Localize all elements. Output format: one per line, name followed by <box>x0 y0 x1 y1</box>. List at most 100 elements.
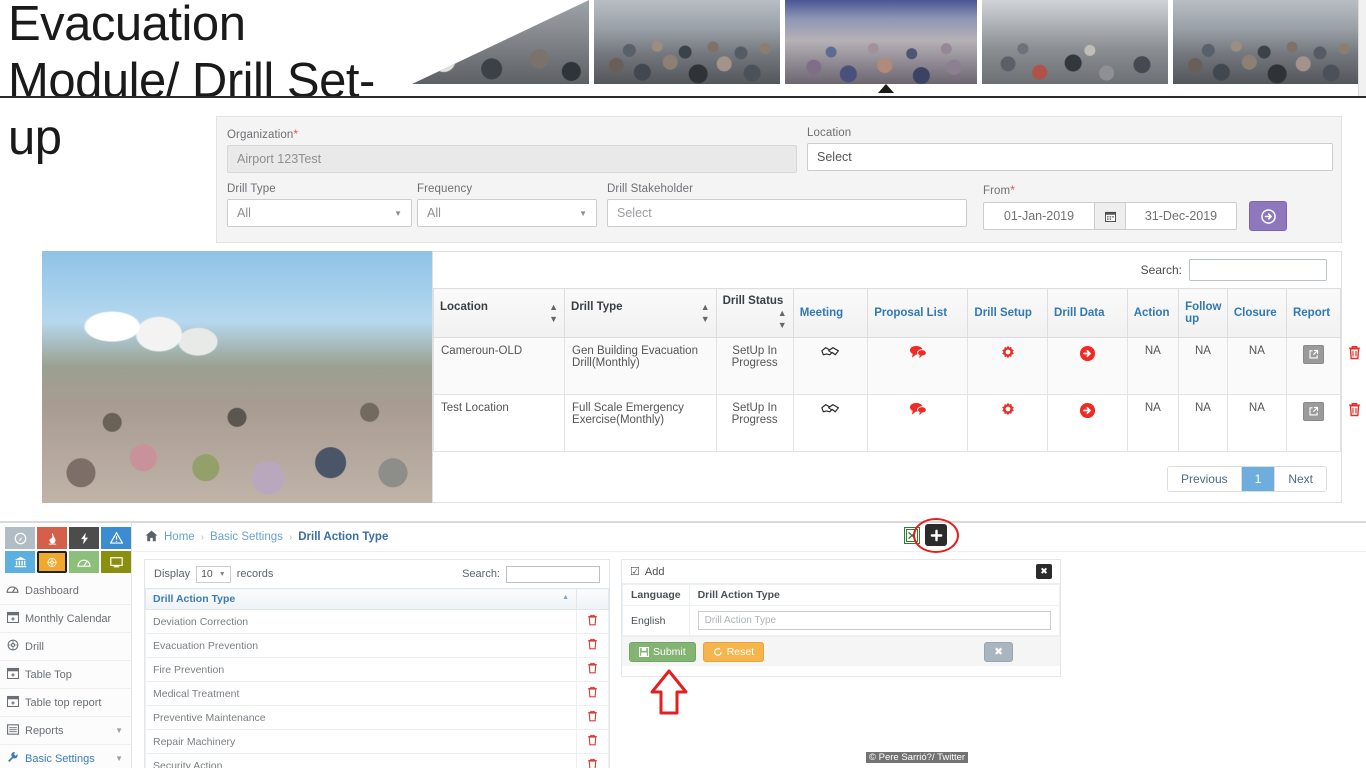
gear-icon[interactable] <box>1000 345 1016 365</box>
frequency-select[interactable]: All ▼ <box>417 199 597 227</box>
col-proposal-list[interactable]: Proposal List <box>867 288 969 338</box>
col-drill-setup[interactable]: Drill Setup <box>967 288 1049 338</box>
pagination-previous[interactable]: Previous <box>1167 467 1242 491</box>
arrow-circle-right-icon[interactable] <box>1079 345 1096 366</box>
list-item[interactable]: Fire Prevention <box>145 657 609 682</box>
cell-meeting[interactable] <box>792 394 869 452</box>
pagination-next[interactable]: Next <box>1275 467 1326 491</box>
sidebar-item-dashboard[interactable]: Dashboard <box>0 577 131 605</box>
list-item[interactable]: Preventive Maintenance <box>145 705 609 730</box>
col-action[interactable]: Action <box>1126 288 1180 338</box>
drill-type-select[interactable]: All ▼ <box>227 199 412 227</box>
cell-meeting[interactable] <box>792 337 869 395</box>
col-drill-data[interactable]: Drill Data <box>1047 288 1128 338</box>
list-item[interactable]: Medical Treatment <box>145 681 609 706</box>
organization-input[interactable]: Airport 123Test <box>227 145 797 173</box>
delete-row-button[interactable] <box>576 753 609 768</box>
col-report[interactable]: Report <box>1285 288 1342 338</box>
breadcrumb-home[interactable]: Home <box>164 531 195 543</box>
list-item[interactable]: Evacuation Prevention <box>145 633 609 658</box>
tile-bank-icon[interactable] <box>5 551 35 573</box>
delete-row-button[interactable] <box>576 729 609 754</box>
col-drill-type[interactable]: Drill Type ▲ ▼ <box>564 288 717 338</box>
location-select[interactable]: Select <box>807 143 1333 171</box>
list-search-group: Search: <box>462 565 600 583</box>
list-item[interactable]: Repair Machinery <box>145 729 609 754</box>
cell-report[interactable] <box>1285 394 1342 452</box>
handshake-icon[interactable] <box>821 404 840 419</box>
arrow-circle-right-icon[interactable] <box>1079 402 1096 423</box>
to-date-input[interactable]: 31-Dec-2019 <box>1125 202 1237 230</box>
close-icon[interactable]: ✖ <box>1036 564 1052 579</box>
tile-dashboard-icon[interactable] <box>69 551 99 573</box>
list-item[interactable]: Deviation Correction <box>145 609 609 634</box>
tile-bolt-icon[interactable] <box>69 527 99 549</box>
table-row[interactable]: Cameroun-OLD Gen Building Evacuation Dri… <box>432 337 1360 395</box>
tile-monitor-icon[interactable] <box>101 551 131 573</box>
external-link-icon[interactable] <box>1302 402 1324 421</box>
sidebar-item-basic-settings[interactable]: Basic Settings ▼ <box>0 745 131 768</box>
cell-report[interactable] <box>1285 337 1342 395</box>
tile-fire-icon[interactable] <box>37 527 67 549</box>
table-row[interactable]: Test Location Full Scale Emergency Exerc… <box>432 394 1360 452</box>
sidebar-item-table-top[interactable]: Table Top <box>0 661 131 689</box>
cell-proposal-list[interactable] <box>867 394 969 452</box>
calendar-icon[interactable] <box>1095 202 1125 230</box>
search-submit-button[interactable] <box>1249 201 1287 231</box>
sidebar: Dashboard Monthly Calendar Drill Table T… <box>0 523 132 768</box>
tile-warning-icon[interactable] <box>101 527 131 549</box>
calendar-icon <box>6 611 19 626</box>
col-meeting[interactable]: Meeting <box>792 288 869 338</box>
chat-bubbles-icon[interactable] <box>909 345 927 363</box>
sidebar-item-reports[interactable]: Reports ▼ <box>0 717 131 745</box>
tile-compass-icon[interactable] <box>5 527 35 549</box>
list-item[interactable]: Security Action <box>145 753 609 768</box>
cell-proposal-list[interactable] <box>867 337 969 395</box>
drill-table-search-input[interactable] <box>1189 259 1327 281</box>
checkbox-icon[interactable]: ☑ <box>630 565 640 578</box>
cancel-button[interactable]: ✖ <box>984 641 1013 662</box>
submit-button[interactable]: Submit <box>629 641 696 662</box>
list-search-input[interactable] <box>506 565 600 583</box>
trash-icon[interactable] <box>1348 346 1361 364</box>
chevron-down-icon[interactable]: ▼ <box>115 754 123 763</box>
cell-drill-setup[interactable] <box>967 394 1049 452</box>
col-location[interactable]: Location ▲ ▼ <box>432 288 566 338</box>
col-drill-action-type[interactable]: Drill Action Type ▲ <box>145 588 577 610</box>
cell-drill-data[interactable] <box>1047 337 1128 395</box>
delete-row-button[interactable] <box>576 609 609 634</box>
home-icon[interactable] <box>145 530 158 545</box>
drill-stakeholder-input[interactable]: Select <box>607 199 967 227</box>
breadcrumb-basic-settings[interactable]: Basic Settings <box>210 531 283 543</box>
drill-action-type-input[interactable]: Drill Action Type <box>697 611 1051 630</box>
delete-row-button[interactable] <box>576 705 609 730</box>
trash-icon[interactable] <box>1348 403 1361 421</box>
handshake-icon[interactable] <box>821 347 840 362</box>
delete-row-button[interactable] <box>576 657 609 682</box>
sidebar-item-drill[interactable]: Drill <box>0 633 131 661</box>
tile-drill-icon[interactable] <box>37 551 67 573</box>
col-follow-up[interactable]: Follow up <box>1178 288 1228 338</box>
sort-ascending-icon[interactable]: ▲ <box>562 594 569 601</box>
cell-drill-data[interactable] <box>1047 394 1128 452</box>
col-drill-status[interactable]: Drill Status ▲ ▼ <box>715 288 794 338</box>
reset-button[interactable]: Reset <box>702 641 765 662</box>
chevron-down-icon[interactable]: ▼ <box>115 726 123 735</box>
sort-icon[interactable]: ▲ ▼ <box>549 301 558 325</box>
sort-icon[interactable]: ▲ ▼ <box>701 301 710 325</box>
cell-drill-setup[interactable] <box>967 337 1049 395</box>
strip-scrollbar[interactable] <box>1358 0 1366 97</box>
from-date-input[interactable]: 01-Jan-2019 <box>983 202 1095 230</box>
external-link-icon[interactable] <box>1302 345 1324 364</box>
gear-icon[interactable] <box>1000 402 1016 422</box>
chat-bubbles-icon[interactable] <box>909 402 927 420</box>
breadcrumb-separator: › <box>288 531 293 543</box>
sidebar-item-table-top-report[interactable]: Table top report <box>0 689 131 717</box>
pagination-page-1[interactable]: 1 <box>1241 467 1276 491</box>
sidebar-item-monthly-calendar[interactable]: Monthly Calendar <box>0 605 131 633</box>
col-closure[interactable]: Closure <box>1226 288 1287 338</box>
delete-row-button[interactable] <box>576 633 609 658</box>
records-per-page-select[interactable]: 10 ▼ <box>196 565 231 583</box>
delete-row-button[interactable] <box>576 681 609 706</box>
sort-icon[interactable]: ▲ ▼ <box>778 307 787 331</box>
